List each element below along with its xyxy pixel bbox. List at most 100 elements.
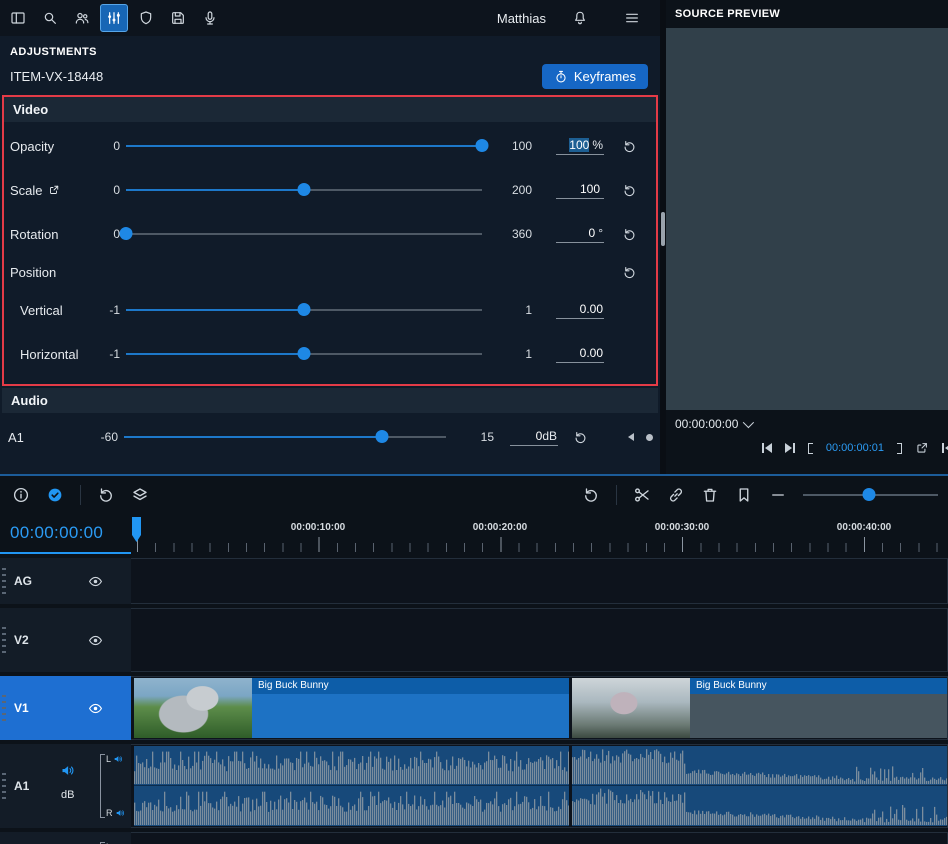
cut-scissors-button[interactable]	[633, 486, 651, 504]
opacity-slider[interactable]	[126, 137, 482, 155]
speaker-icon[interactable]	[60, 763, 75, 778]
shield-button[interactable]	[132, 4, 160, 32]
item-id: ITEM-VX-18448	[10, 69, 103, 84]
timeline-zoom-handle[interactable]	[863, 488, 876, 501]
timeline-zoom-slider[interactable]	[803, 486, 938, 504]
track-ag-header[interactable]: AG	[0, 558, 131, 604]
bookmark-button[interactable]	[735, 486, 753, 504]
link-clips-button[interactable]	[667, 486, 685, 504]
scale-value-field[interactable]: 100	[556, 182, 604, 199]
step-forward-button[interactable]	[785, 443, 795, 453]
position-reset-button[interactable]	[622, 265, 637, 280]
audio-a1-row: A1 -60 15 0dB	[8, 415, 650, 459]
source-preview-footer: 00:00:00:00 00:00:00:01	[666, 410, 948, 474]
scale-link-icon[interactable]	[48, 184, 60, 196]
adjustments-panel: ADJUSTMENTS ITEM-VX-18448 Keyframes Vide…	[0, 36, 660, 467]
scale-label: Scale	[10, 183, 88, 198]
stopwatch-icon	[554, 70, 568, 84]
position-row: Position	[10, 256, 648, 288]
track-a1-content[interactable]	[131, 744, 948, 828]
mark-in-button[interactable]	[808, 443, 813, 454]
preview-transport-bar: 00:00:00:01	[666, 431, 948, 455]
vertical-slider-handle[interactable]	[298, 303, 311, 316]
track-v1-header[interactable]: V1	[0, 676, 131, 740]
rotation-reset-button[interactable]	[622, 227, 637, 242]
track-v2-visibility-button[interactable]	[88, 633, 103, 648]
mark-out-button[interactable]	[897, 443, 902, 454]
skip-to-start-button[interactable]	[942, 443, 948, 453]
search-button[interactable]	[36, 4, 64, 32]
adjustments-button[interactable]	[100, 4, 128, 32]
timeline-ruler[interactable]: 00:00:10:00 00:00:20:00 00:00:30:00 00:0…	[0, 514, 948, 554]
users-button[interactable]	[68, 4, 96, 32]
opacity-label: Opacity	[10, 139, 88, 154]
rotation-slider-handle[interactable]	[120, 227, 133, 240]
waveform	[134, 748, 569, 784]
scale-slider[interactable]	[126, 181, 482, 199]
opacity-reset-button[interactable]	[622, 139, 637, 154]
track-v1-visibility-button[interactable]	[88, 701, 103, 716]
toolbar-divider	[616, 485, 617, 505]
hamburger-menu-button[interactable]	[618, 4, 646, 32]
track-a1-label: A1	[14, 779, 29, 793]
audio-a1-reset-button[interactable]	[573, 430, 588, 445]
save-button[interactable]	[164, 4, 192, 32]
source-preview-title: SOURCE PREVIEW	[666, 0, 948, 28]
preview-timecode-dropdown[interactable]: 00:00:00:00	[666, 410, 751, 431]
zoom-out-button[interactable]	[769, 486, 787, 504]
video-clip-1[interactable]: Big Buck Bunny	[134, 678, 569, 738]
info-button[interactable]	[12, 486, 30, 504]
scale-max: 200	[488, 183, 532, 197]
drag-handle-icon[interactable]	[2, 568, 6, 594]
ruler-major-ticks	[137, 537, 948, 552]
track-ag-visibility-button[interactable]	[88, 574, 103, 589]
user-name[interactable]: Matthias	[497, 11, 546, 26]
add-keyframe-icon[interactable]	[646, 434, 653, 441]
scale-reset-button[interactable]	[622, 183, 637, 198]
vertical-value-field[interactable]: 0.00	[556, 302, 604, 319]
drag-handle-icon[interactable]	[2, 695, 6, 721]
rotation-slider[interactable]	[126, 225, 482, 243]
rotation-value-field[interactable]: 0°	[556, 226, 604, 243]
horizontal-value-field[interactable]: 0.00	[556, 346, 604, 363]
horizontal-slider[interactable]	[126, 345, 482, 363]
track-ag-content[interactable]	[131, 558, 948, 604]
audio-clip-2[interactable]	[572, 746, 947, 826]
panels-button[interactable]	[4, 4, 32, 32]
audio-a1-value-field[interactable]: 0dB	[510, 429, 558, 446]
opacity-slider-handle[interactable]	[476, 139, 489, 152]
video-section-header: Video	[4, 97, 656, 122]
track-v2-content[interactable]	[131, 608, 948, 672]
step-back-button[interactable]	[762, 443, 772, 453]
layers-button[interactable]	[131, 486, 149, 504]
undo-button[interactable]	[97, 486, 115, 504]
create-subclip-button[interactable]	[915, 441, 929, 455]
source-preview-viewport[interactable]	[666, 28, 948, 410]
drag-handle-icon[interactable]	[2, 627, 6, 653]
scale-slider-handle[interactable]	[298, 183, 311, 196]
opacity-value-field[interactable]: 100%	[556, 138, 604, 155]
audio-a1-slider-handle[interactable]	[375, 430, 388, 443]
video-clip-2[interactable]: Big Buck Bunny	[572, 678, 947, 738]
drag-handle-icon[interactable]	[2, 773, 6, 799]
channel-right: R	[106, 808, 128, 818]
previous-keyframe-icon[interactable]	[628, 433, 634, 441]
history-button[interactable]	[582, 486, 600, 504]
track-v2-header[interactable]: V2	[0, 608, 131, 672]
audio-clip-1[interactable]	[134, 746, 569, 826]
track-v1-label: V1	[14, 701, 29, 715]
audio-a1-slider[interactable]	[124, 428, 446, 446]
approve-check-button[interactable]	[46, 486, 64, 504]
splitter-handle[interactable]	[661, 212, 665, 246]
selection-timecode[interactable]: 00:00:00:01	[826, 442, 884, 454]
delete-clip-button[interactable]	[701, 486, 719, 504]
track-a2-header[interactable]: L	[0, 832, 131, 844]
horizontal-slider-handle[interactable]	[298, 347, 311, 360]
track-a1-header[interactable]: A1 dB L R	[0, 744, 131, 828]
track-a2-content[interactable]	[131, 832, 948, 844]
track-v1-content[interactable]: Big Buck Bunny Big Buck Bunny	[131, 676, 948, 740]
vertical-slider[interactable]	[126, 301, 482, 319]
microphone-button[interactable]	[196, 4, 224, 32]
notifications-bell-button[interactable]	[566, 4, 594, 32]
keyframes-button[interactable]: Keyframes	[542, 64, 648, 89]
